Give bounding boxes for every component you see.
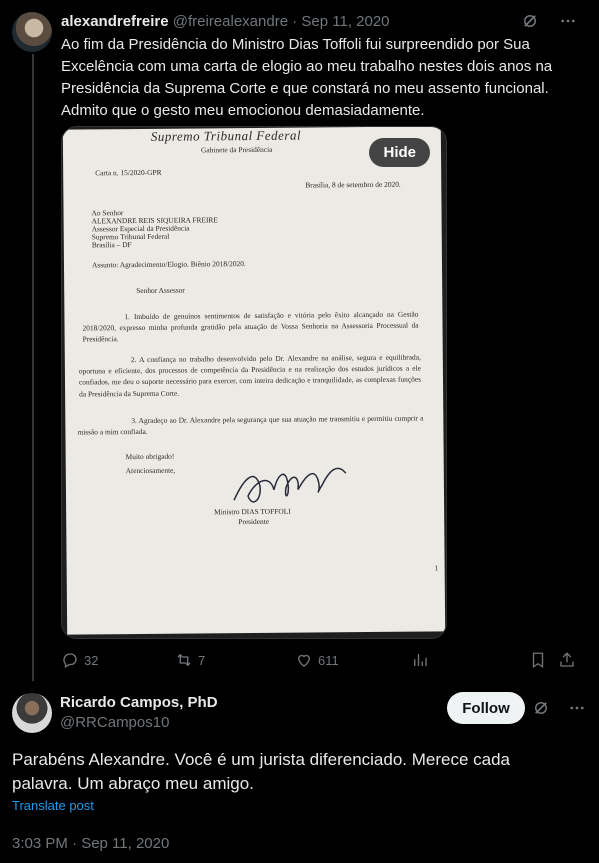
follow-button[interactable]: Follow [447,692,525,724]
letter-document: Supremo Tribunal Federal Gabinete da Pre… [62,127,446,635]
tweet-date[interactable]: Sep 11, 2020 [301,13,389,30]
address-line-5: Brasília – DF [91,240,132,250]
letter-paragraph-2: 2. A confiança no trabalho desenvolvido … [78,352,422,399]
author-display-name[interactable]: alexandrefreire [61,13,169,30]
tweet-text: Ao fim da Presidência do Ministro Dias T… [61,36,553,119]
bookmark-button[interactable] [529,651,547,669]
more-options-icon[interactable] [559,12,577,30]
letterhead: Supremo Tribunal Federal [150,127,302,144]
reply-button[interactable]: 32 [61,651,98,669]
parent-tweet: alexandrefreire @freirealexandre · Sep 1… [0,0,599,681]
office-name: Gabinete da Presidência [200,144,273,155]
translate-post-link[interactable]: Translate post [12,798,94,813]
tweet-header: alexandrefreire @freirealexandre · Sep 1… [61,13,390,30]
letter-ref: Carta n. 15/2020-GPR [95,167,162,178]
avatar[interactable] [12,12,52,52]
views-button[interactable] [411,651,429,669]
bookmark-icon [532,652,544,669]
thread-connector-line [32,54,34,681]
repost-icon [177,653,191,667]
avatar[interactable] [12,693,52,733]
dot-separator: · [292,13,298,30]
views-chart-icon [414,654,427,666]
reply-icon [63,653,77,668]
grok-icon[interactable] [521,12,539,30]
share-icon [560,652,574,667]
like-button[interactable]: 611 [295,651,339,669]
author-handle[interactable]: @freirealexandre [173,13,288,30]
hide-media-button[interactable]: Hide [369,138,430,167]
tweet-text: Parabéns Alexandre. Você é um jurista di… [12,750,511,793]
repost-button[interactable]: 7 [175,651,205,669]
tweet-media-photo[interactable]: Supremo Tribunal Federal Gabinete da Pre… [61,126,447,639]
heart-icon [298,654,310,667]
letter-date-line: Brasília, 8 de setembro de 2020. [305,179,401,190]
letter-salutation: Senhor Assessor [136,285,185,296]
grok-icon[interactable] [532,699,550,717]
handwritten-signature [233,467,347,503]
letter-paragraph-3: 3. Agradeço ao Dr. Alexandre pela segura… [77,413,424,437]
reply-count: 32 [84,652,99,668]
author-display-name[interactable]: Ricardo Campos, PhD [60,694,218,711]
tweet-top-actions [521,12,577,30]
tweet-action-bar: 32 7 611 [61,651,581,671]
letter-closing: Atenciosamente, [125,465,176,476]
author-handle[interactable]: @RRCampos10 [60,714,169,731]
letter-signer-title: Presidente [238,516,270,527]
like-count: 611 [318,652,339,668]
tweet-timestamp[interactable]: 3:03 PM · Sep 11, 2020 [12,835,169,852]
more-options-icon[interactable] [568,699,586,717]
letter-subject: Assunto: Agradecimento/Elogio. Biênio 20… [91,259,246,270]
focused-reply-tweet: Ricardo Campos, PhD @RRCampos10 Follow P… [0,681,599,863]
letter-paragraph-1: 1. Imbuído de genuínos sentimentos de sa… [82,309,419,344]
tweet-top-actions [532,699,586,717]
letter-thanks: Muito obrigado! [125,451,175,462]
repost-count: 7 [198,652,206,668]
share-button[interactable] [558,651,576,669]
letter-page-number: 1 [434,563,439,573]
